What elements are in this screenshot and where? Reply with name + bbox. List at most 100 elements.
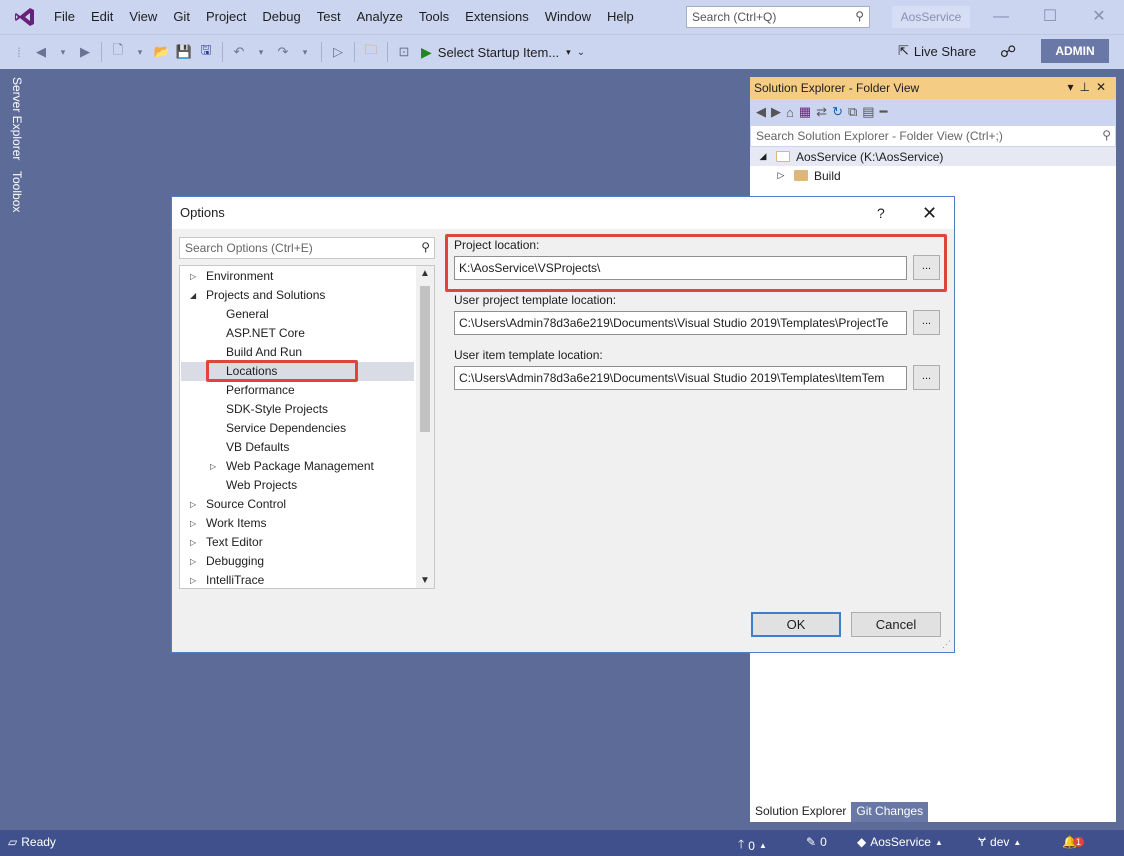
collapse-all-icon[interactable]: ⧉ [848,104,857,120]
new-project-icon[interactable]: 🗋 [109,41,127,63]
menu-edit[interactable]: Edit [83,0,121,34]
pin-icon[interactable]: ⊥ [1079,80,1095,94]
options-tree-item[interactable]: Source Control [206,495,286,514]
options-tree-item[interactable]: General [226,305,269,324]
expanded-arrow-icon[interactable]: ◢ [756,151,770,162]
run-icon[interactable]: ▷ [329,41,347,63]
startup-item-button[interactable]: ▶ Select Startup Item... ▾ ⌄ [421,44,585,61]
switch-views-icon[interactable]: ▦ [799,104,811,120]
tab-solution-explorer[interactable]: Solution Explorer [750,802,852,822]
save-all-icon[interactable]: 🖫 [197,41,215,63]
visual-studio-logo-icon[interactable] [12,4,38,30]
collapsed-arrow-icon[interactable]: ▷ [210,462,216,471]
collapsed-arrow-icon[interactable]: ▷ [774,170,788,181]
menu-test[interactable]: Test [309,0,349,34]
output-window-icon[interactable]: ▱ [8,835,17,849]
menu-window[interactable]: Window [537,0,599,34]
save-icon[interactable]: 💾 [175,41,193,63]
cancel-button[interactable]: Cancel [851,612,941,637]
scroll-down-icon[interactable]: ▼ [420,575,430,586]
ok-button[interactable]: OK [751,612,841,637]
unpushed-commits[interactable]: 🡑 0 ▲ [738,835,767,856]
branch-selector[interactable]: Ɏ dev ▲ [978,835,1021,849]
menu-extensions[interactable]: Extensions [457,0,537,34]
redo-icon[interactable]: ↷ [274,41,292,63]
home-icon[interactable]: ⌂ [786,105,794,120]
forward-icon[interactable]: ▶ [771,104,781,120]
collapsed-arrow-icon[interactable]: ▷ [190,557,196,566]
window-position-icon[interactable]: ▾ [1067,80,1079,94]
help-button[interactable]: ? [877,197,885,229]
navigate-forward-icon[interactable]: ▶ [76,41,94,63]
tree-item-root[interactable]: ◢ AosService (K:\AosService) [750,147,1116,166]
open-file-icon[interactable]: 📂 [153,41,171,63]
options-tree-item[interactable]: VB Defaults [226,438,289,457]
resize-grip-icon[interactable]: ⋰ [942,639,951,650]
project-location-browse-button[interactable]: ... [913,255,940,280]
toolbox-tab[interactable]: Toolbox [10,171,24,212]
expanded-arrow-icon[interactable]: ◢ [190,291,196,300]
options-tree-item[interactable]: Web Package Management [226,457,374,476]
item-template-input[interactable]: C:\Users\Admin78d3a6e219\Documents\Visua… [454,366,907,390]
pending-changes-icon[interactable]: ⇄ [816,104,827,120]
options-tree-item[interactable]: IntelliTrace [206,571,264,588]
account-badge[interactable]: ADMIN [1041,39,1109,63]
project-template-browse-button[interactable]: ... [913,310,940,335]
options-tree-item[interactable]: Locations [226,362,277,381]
options-tree-item[interactable]: Performance [226,381,295,400]
collapsed-arrow-icon[interactable]: ▷ [190,272,196,281]
options-tree-item[interactable]: Web Projects [226,476,297,495]
options-tree-item[interactable]: Build And Run [226,343,302,362]
search-input[interactable]: Search (Ctrl+Q) ⚲ [686,6,870,28]
redo-dropdown-icon[interactable]: ▾ [296,41,314,63]
menu-project[interactable]: Project [198,0,254,34]
toolbar-overflow-icon[interactable]: ⌄ [577,47,585,58]
options-search-input[interactable]: Search Options (Ctrl+E) ⚲ [179,237,435,259]
tree-scrollbar[interactable]: ▲ ▼ [416,266,434,588]
project-template-input[interactable]: C:\Users\Admin78d3a6e219\Documents\Visua… [454,311,907,335]
show-all-files-icon[interactable]: ▤ [862,104,874,120]
options-tree-item[interactable]: Service Dependencies [226,419,346,438]
menu-view[interactable]: View [121,0,165,34]
back-dropdown-icon[interactable]: ▾ [54,41,72,63]
collapsed-arrow-icon[interactable]: ▷ [190,576,196,585]
scrollbar-thumb[interactable] [420,286,430,432]
close-dialog-button[interactable]: ✕ [922,197,937,229]
maximize-button[interactable]: ☐ [1035,5,1065,29]
close-panel-icon[interactable]: ✕ [1096,80,1112,94]
collapsed-arrow-icon[interactable]: ▷ [190,538,196,547]
server-explorer-tab[interactable]: Server Explorer [10,77,24,160]
options-tree-item[interactable]: Projects and Solutions [206,286,325,305]
refresh-icon[interactable]: ↻ [832,104,843,120]
screenshot-icon[interactable]: ⊡ [395,41,413,63]
new-dropdown-icon[interactable]: ▾ [131,41,149,63]
menu-help[interactable]: Help [599,0,642,34]
pending-changes[interactable]: ✎ 0 [806,835,827,849]
properties-icon[interactable]: ━ [880,104,888,120]
solution-explorer-search-input[interactable]: Search Solution Explorer - Folder View (… [750,125,1116,147]
menu-analyze[interactable]: Analyze [349,0,411,34]
options-tree-item[interactable]: Text Editor [206,533,263,552]
tab-git-changes[interactable]: Git Changes [851,802,929,822]
project-location-input[interactable]: K:\AosService\VSProjects\ [454,256,907,280]
options-tree-item[interactable]: SDK-Style Projects [226,400,328,419]
find-in-files-icon[interactable]: 🗀 [362,41,380,63]
undo-icon[interactable]: ↶ [230,41,248,63]
item-template-browse-button[interactable]: ... [913,365,940,390]
menu-tools[interactable]: Tools [411,0,457,34]
tree-item-build[interactable]: ▷ Build [750,166,1116,185]
minimize-button[interactable]: — [986,5,1016,29]
back-icon[interactable]: ◀ [756,104,766,120]
options-tree-item[interactable]: Work Items [206,514,266,533]
options-tree-item[interactable]: Debugging [206,552,264,571]
menu-file[interactable]: File [46,0,83,34]
repository-selector[interactable]: ◆ AosService ▲ [857,835,943,849]
collapsed-arrow-icon[interactable]: ▷ [190,500,196,509]
collapsed-arrow-icon[interactable]: ▷ [190,519,196,528]
undo-dropdown-icon[interactable]: ▾ [252,41,270,63]
close-window-button[interactable]: ✕ [1084,5,1114,29]
live-share-button[interactable]: ⇱ Live Share [898,43,976,59]
menu-git[interactable]: Git [165,0,198,34]
options-tree-item[interactable]: ASP.NET Core [226,324,305,343]
scroll-up-icon[interactable]: ▲ [420,268,430,279]
